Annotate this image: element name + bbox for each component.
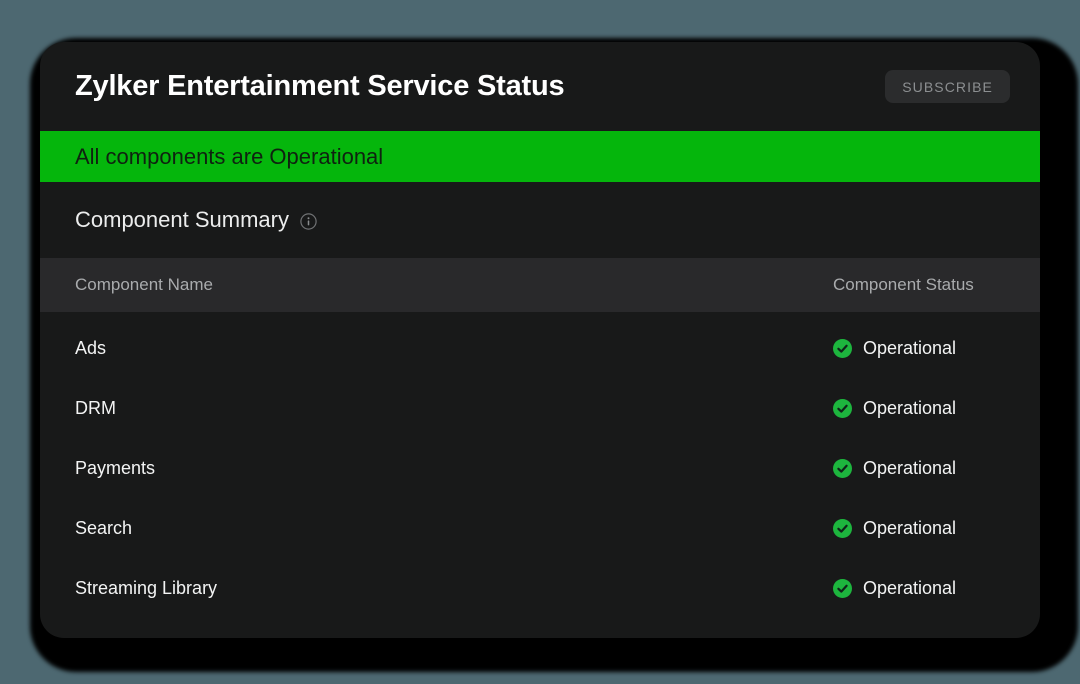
banner-message: All components are Operational [75, 144, 383, 170]
component-name: Streaming Library [75, 578, 833, 599]
table-row: Ads Operational [40, 318, 1040, 378]
component-status-cell: Operational [833, 578, 1010, 599]
component-status-label: Operational [863, 578, 956, 599]
component-status-cell: Operational [833, 518, 1010, 539]
component-status-label: Operational [863, 338, 956, 359]
component-status-cell: Operational [833, 338, 1010, 359]
info-icon[interactable] [300, 213, 317, 230]
check-icon [833, 399, 852, 418]
subscribe-button[interactable]: SUBSCRIBE [885, 70, 1010, 103]
table-row: DRM Operational [40, 378, 1040, 438]
table-row: Search Operational [40, 498, 1040, 558]
component-name: Search [75, 518, 833, 539]
check-icon [833, 459, 852, 478]
component-name: Ads [75, 338, 833, 359]
card-header: Zylker Entertainment Service Status SUBS… [40, 42, 1040, 131]
table-body: Ads Operational DRM Operational Payments [40, 312, 1040, 618]
page-background: { "header": { "title": "Zylker Entertain… [0, 0, 1080, 684]
component-status-cell: Operational [833, 398, 1010, 419]
component-status-label: Operational [863, 398, 956, 419]
page-title: Zylker Entertainment Service Status [75, 70, 564, 103]
component-name: DRM [75, 398, 833, 419]
section-bar: Component Summary [40, 182, 1040, 258]
column-header-component-status: Component Status [833, 275, 1010, 295]
status-card: Zylker Entertainment Service Status SUBS… [40, 42, 1040, 638]
table-row: Payments Operational [40, 438, 1040, 498]
check-icon [833, 579, 852, 598]
check-icon [833, 339, 852, 358]
component-name: Payments [75, 458, 833, 479]
table-header-row: Component Name Component Status [40, 258, 1040, 312]
component-status-cell: Operational [833, 458, 1010, 479]
check-icon [833, 519, 852, 538]
component-status-label: Operational [863, 458, 956, 479]
status-banner: All components are Operational [40, 131, 1040, 182]
table-row: Streaming Library Operational [40, 558, 1040, 618]
section-title: Component Summary [75, 207, 289, 233]
column-header-component-name: Component Name [75, 275, 833, 295]
component-status-label: Operational [863, 518, 956, 539]
